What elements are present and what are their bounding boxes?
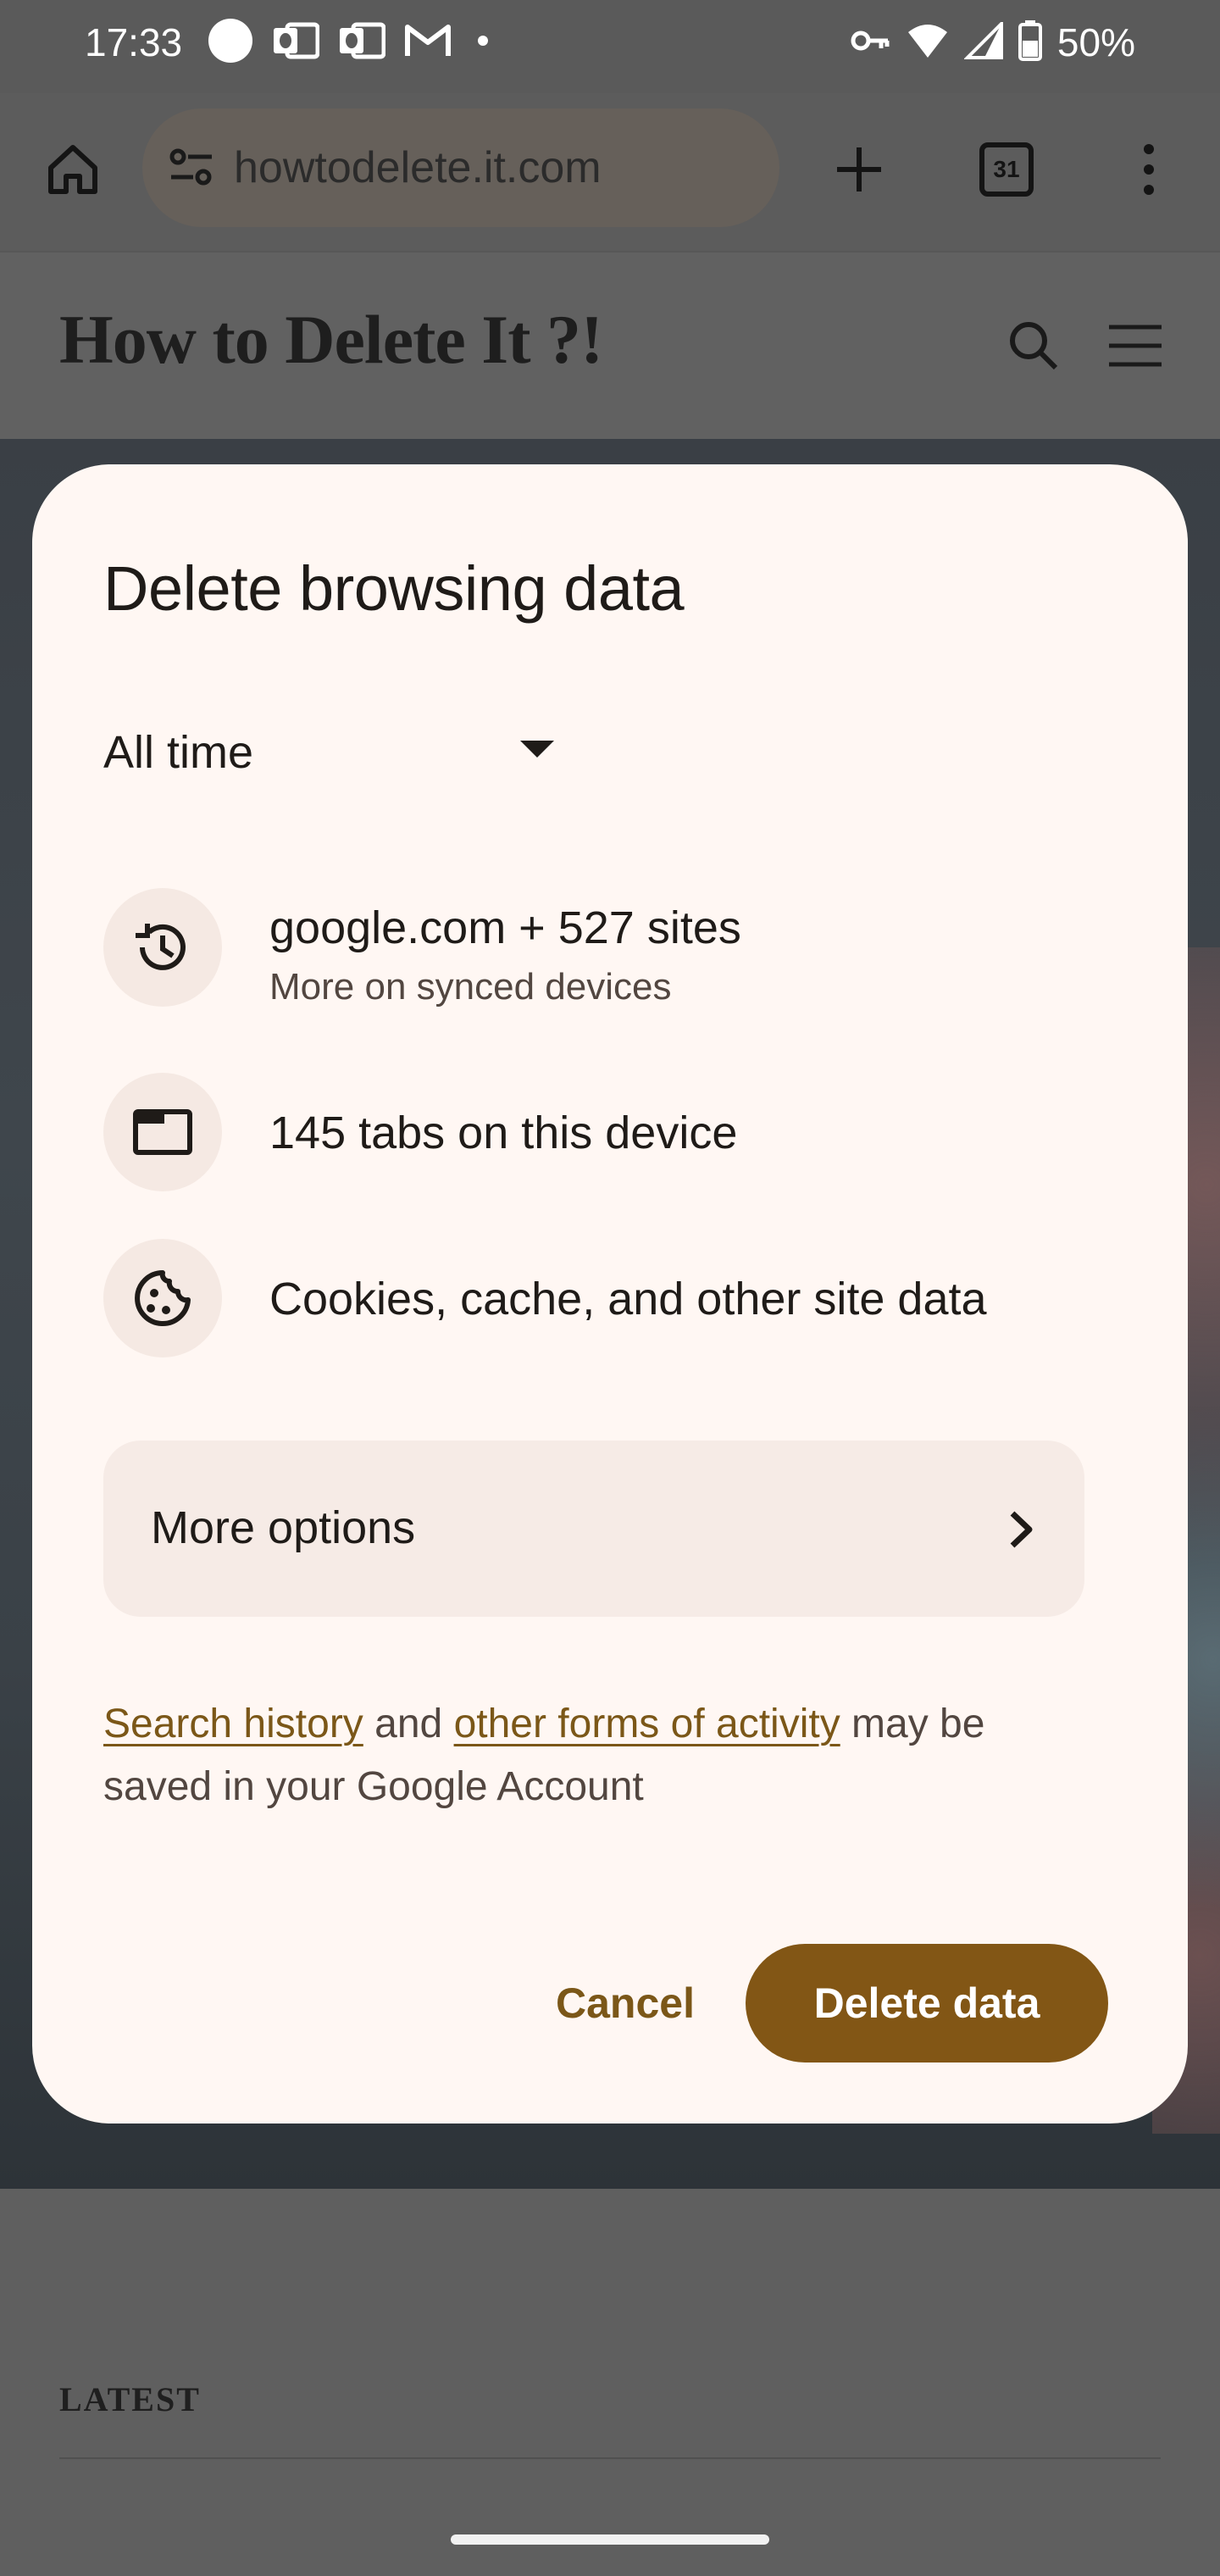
- history-item-subtitle: More on synced devices: [269, 966, 672, 1008]
- vpn-key-icon: [851, 28, 891, 58]
- more-notifications-dot-icon: [470, 32, 496, 53]
- divider: [59, 2457, 1161, 2459]
- notification-icons: [208, 17, 496, 68]
- search-history-link[interactable]: Search history: [103, 1702, 363, 1746]
- hamburger-menu-icon: [1109, 325, 1162, 367]
- plus-icon: [837, 147, 881, 192]
- site-search-button[interactable]: [1000, 312, 1068, 380]
- dialog-title: Delete browsing data: [103, 553, 685, 624]
- delete-browsing-data-dialog: Delete browsing data All time google.com…: [32, 464, 1188, 2124]
- delete-data-button[interactable]: Delete data: [746, 1944, 1108, 2062]
- dropdown-arrow-icon: [520, 741, 554, 758]
- cookies-item: Cookies, cache, and other site data: [103, 1239, 1120, 1357]
- more-options-button[interactable]: More options: [103, 1441, 1084, 1617]
- search-icon: [1010, 322, 1058, 370]
- home-icon: [48, 145, 97, 194]
- other-activity-link[interactable]: other forms of activity: [454, 1702, 840, 1746]
- browser-toolbar: howtodelete.it.com 31: [0, 93, 1220, 251]
- address-bar[interactable]: howtodelete.it.com: [142, 108, 779, 227]
- cellular-signal-icon: [963, 19, 1003, 64]
- tabs-item: 145 tabs on this device: [103, 1073, 1120, 1191]
- url-text: howtodelete.it.com: [234, 143, 602, 192]
- battery-icon: [1018, 19, 1042, 65]
- site-title[interactable]: How to Delete It ?!: [59, 300, 603, 380]
- latest-section: LATEST: [0, 2189, 1220, 2576]
- wifi-icon: [907, 22, 949, 64]
- circle-notification-icon: [208, 18, 253, 68]
- cancel-button[interactable]: Cancel: [507, 1944, 744, 2062]
- latest-heading: LATEST: [59, 2380, 201, 2418]
- site-settings-icon[interactable]: [166, 142, 217, 193]
- tab-icon: [103, 1073, 222, 1191]
- gmail-icon: [404, 22, 452, 64]
- chevron-right-icon: [991, 1500, 1051, 1559]
- more-vert-icon: [1144, 144, 1154, 195]
- status-right: 50%: [851, 17, 1135, 68]
- outlook-icon: [338, 19, 386, 66]
- status-bar: 17:33 50%: [0, 0, 1220, 93]
- cookies-item-title: Cookies, cache, and other site data: [269, 1274, 987, 1324]
- tabs-item-title: 145 tabs on this device: [269, 1108, 738, 1158]
- home-button[interactable]: [32, 129, 114, 210]
- cookie-icon: [103, 1239, 222, 1357]
- tab-count: 31: [979, 142, 1034, 197]
- outlook-icon: [272, 19, 320, 66]
- new-tab-button[interactable]: [818, 129, 900, 210]
- gesture-navigation-bar[interactable]: [451, 2534, 769, 2545]
- history-icon: [103, 888, 222, 1007]
- tab-switcher-button[interactable]: 31: [966, 129, 1047, 210]
- site-header: How to Delete It ?!: [0, 251, 1220, 439]
- browser-menu-button[interactable]: [1108, 129, 1190, 210]
- time-range-dropdown[interactable]: All time: [103, 708, 561, 797]
- battery-percent: 50%: [1056, 20, 1135, 64]
- site-menu-button[interactable]: [1101, 312, 1169, 380]
- browsing-history-item: google.com + 527 sites More on synced de…: [103, 888, 1120, 1015]
- time-range-value: All time: [103, 727, 254, 778]
- notice-text-1: and: [363, 1702, 454, 1746]
- more-options-label: More options: [151, 1502, 416, 1553]
- history-item-title: google.com + 527 sites: [269, 902, 741, 953]
- status-time: 17:33: [85, 20, 183, 64]
- account-activity-notice: Search history and other forms of activi…: [103, 1693, 1103, 1818]
